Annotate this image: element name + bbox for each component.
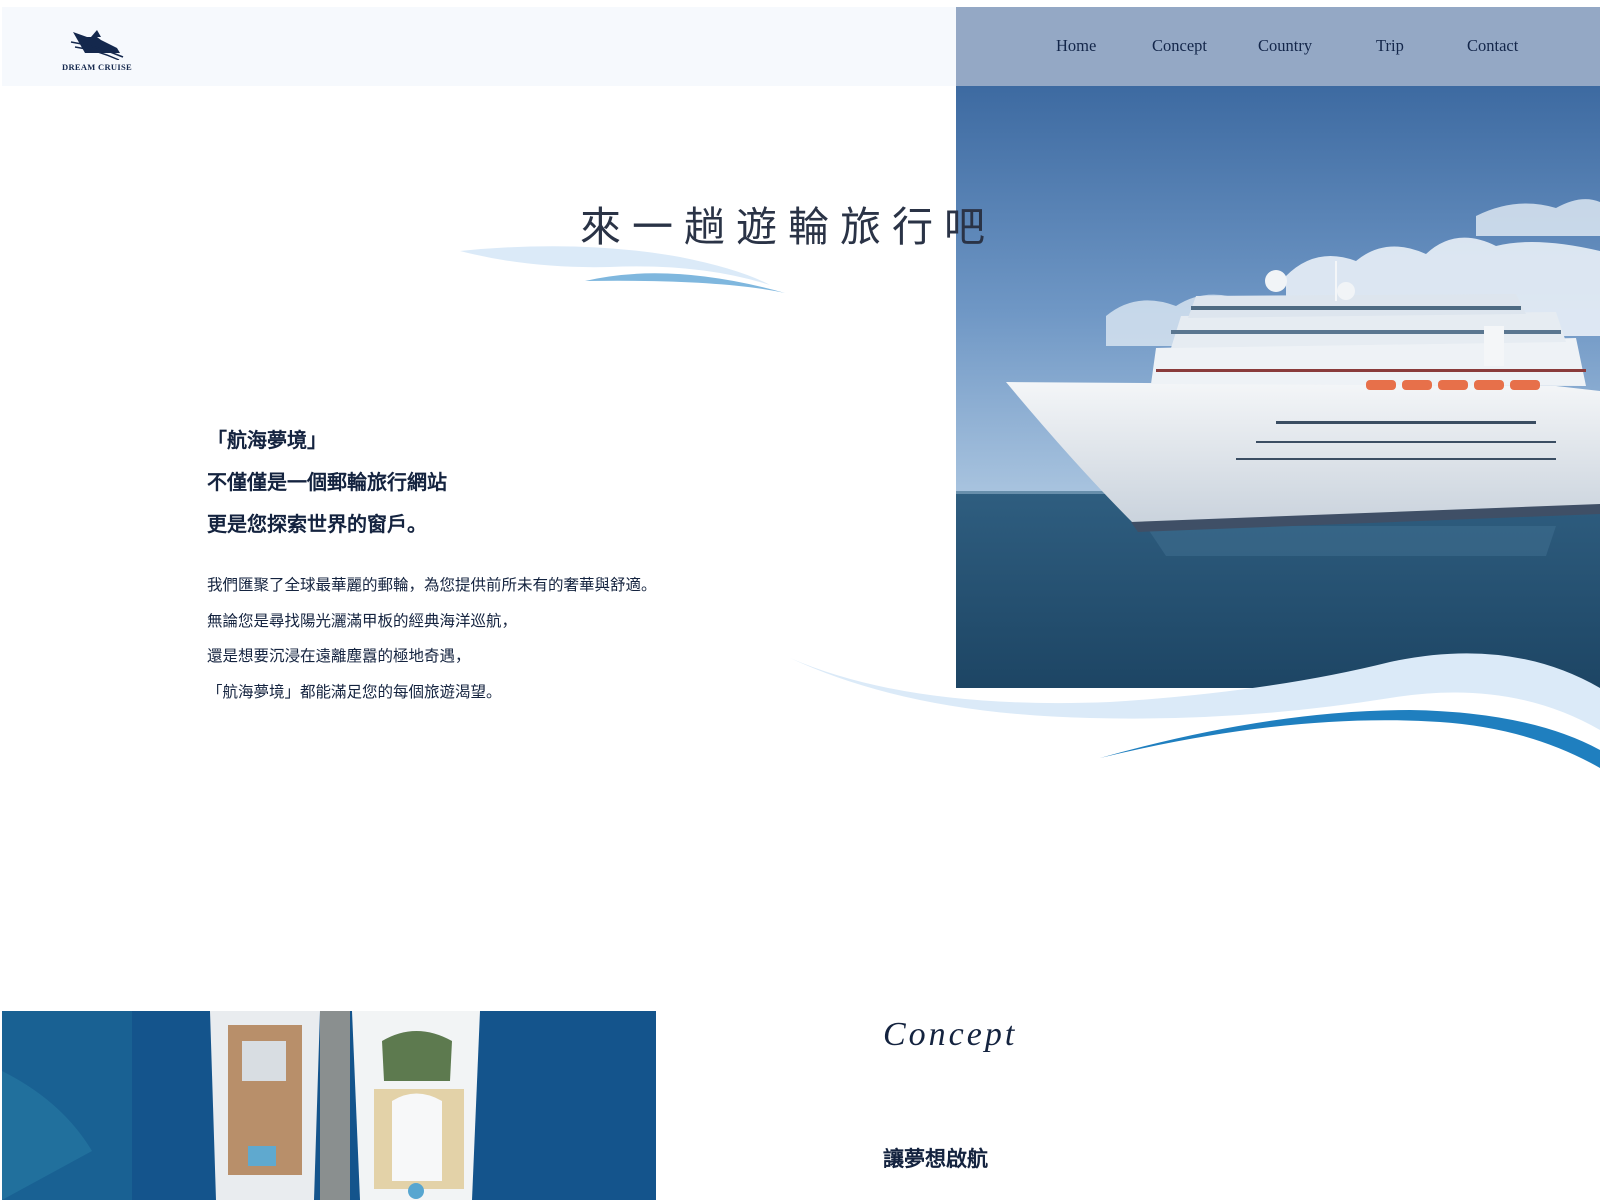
nav-bar: Home Concept Country Trip Contact bbox=[956, 7, 1600, 86]
nav-home[interactable]: Home bbox=[1056, 36, 1096, 56]
page: DREAM CRUISE Home Concept Country Trip C… bbox=[0, 0, 1600, 1200]
hero-title: 來一趟遊輪旅行吧 bbox=[580, 203, 996, 251]
intro-text: 「航海夢境」 不僅僅是一個郵輪旅行網站 更是您探索世界的窗戶。 bbox=[207, 420, 447, 546]
body-line: 還是想要沉浸在遠離塵囂的極地奇遇， bbox=[207, 648, 471, 665]
title-wave-decoration bbox=[460, 246, 785, 293]
hero-wave-decoration bbox=[790, 653, 1600, 768]
intro-body-text: 我們匯聚了全球最華麗的郵輪，為您提供前所未有的奢華與舒適。 無論您是尋找陽光灑滿… bbox=[207, 568, 657, 710]
concept-subheading: 讓夢想啟航 bbox=[883, 1147, 988, 1171]
cruise-ship-photo bbox=[956, 86, 1600, 688]
aerial-ships-photo bbox=[2, 1011, 656, 1200]
header-bar: DREAM CRUISE bbox=[2, 7, 956, 86]
brand-logo[interactable]: DREAM CRUISE bbox=[57, 24, 137, 74]
ship-logo-icon bbox=[70, 30, 124, 61]
intro-line: 更是您探索世界的窗戶。 bbox=[207, 514, 427, 536]
logo-text: DREAM CRUISE bbox=[62, 62, 132, 72]
concept-heading: Concept bbox=[883, 1016, 1018, 1053]
nav-trip[interactable]: Trip bbox=[1376, 36, 1404, 56]
body-line: 「航海夢境」都能滿足您的每個旅遊渴望。 bbox=[207, 683, 502, 701]
body-line: 無論您是尋找陽光灑滿甲板的經典海洋巡航， bbox=[207, 612, 518, 630]
body-line: 我們匯聚了全球最華麗的郵輪，為您提供前所未有的奢華與舒適。 bbox=[207, 577, 657, 594]
intro-line: 「航海夢境」 bbox=[207, 430, 327, 452]
nav-country[interactable]: Country bbox=[1258, 36, 1312, 56]
nav-contact[interactable]: Contact bbox=[1467, 36, 1518, 56]
intro-line: 不僅僅是一個郵輪旅行網站 bbox=[207, 472, 447, 494]
nav-concept[interactable]: Concept bbox=[1152, 36, 1207, 56]
